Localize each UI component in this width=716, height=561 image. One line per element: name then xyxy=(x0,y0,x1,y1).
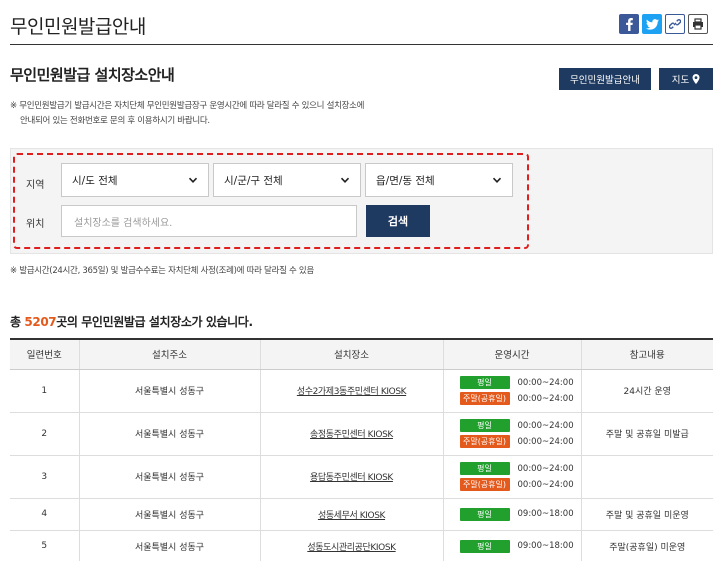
sigungu-select-value: 시/군/구 전체 xyxy=(224,174,283,187)
chevron-down-icon xyxy=(188,177,198,183)
table-row: 3 서울특별시 성동구 용답동주민센터 KIOSK 평일 00:00~24:00 … xyxy=(10,455,713,499)
weekday-hours: 09:00~18:00 xyxy=(517,509,574,519)
summary-suffix: 곳의 무인민원발급 설치장소가 있습니다. xyxy=(56,315,253,329)
header-address: 설치주소 xyxy=(78,338,260,370)
row-address: 서울특별시 성동구 xyxy=(78,455,260,499)
search-button[interactable]: 검색 xyxy=(366,205,430,237)
notice-text: ※ 무인민원발급기 발급시간은 자치단체 무인민원발급장구 운영시간에 따라 달… xyxy=(10,99,365,129)
table-row: 5 서울특별시 성동구 성동도시관리공단KIOSK 평일 09:00~18:00 … xyxy=(10,530,713,561)
row-address: 서울특별시 성동구 xyxy=(78,530,260,561)
weekday-badge: 평일 xyxy=(459,462,510,475)
row-no: 5 xyxy=(10,530,79,561)
place-link[interactable]: 용답동주민센터 KIOSK xyxy=(310,473,393,483)
region-label: 지역 xyxy=(26,180,45,191)
weekday-badge: 평일 xyxy=(459,507,510,521)
weekday-hours: 00:00~24:00 xyxy=(517,420,574,431)
place-link[interactable]: 성동도시관리공단KIOSK xyxy=(307,543,396,553)
row-no: 2 xyxy=(10,412,79,456)
notice-line-1: ※ 무인민원발급기 발급시간은 자치단체 무인민원발급장구 운영시간에 따라 달… xyxy=(10,101,365,111)
header-place: 설치장소 xyxy=(259,338,443,370)
hours-cell: 평일 09:00~18:00 xyxy=(444,507,581,521)
print-icon[interactable] xyxy=(688,14,708,34)
map-button-label: 지도 xyxy=(671,75,690,86)
row-note: 24시간 운영 xyxy=(580,369,713,413)
location-label: 위치 xyxy=(26,219,45,230)
location-pin-icon xyxy=(692,74,700,84)
section-title: 무인민원발급 설치장소안내 xyxy=(10,66,175,84)
summary-prefix: 총 xyxy=(10,315,25,329)
header-note: 참고내용 xyxy=(580,338,713,370)
place-link[interactable]: 성수2가제3동주민센터 KIOSK xyxy=(297,387,407,397)
location-search-input[interactable]: 설치장소를 검색하세요. xyxy=(61,205,357,237)
weekend-hours: 00:00~24:00 xyxy=(517,479,574,490)
weekday-hours: 00:00~24:00 xyxy=(517,463,574,474)
weekday-badge: 평일 xyxy=(459,539,510,553)
header-no: 일련번호 xyxy=(10,338,79,370)
result-summary: 총 5207곳의 무인민원발급 설치장소가 있습니다. xyxy=(10,313,253,330)
place-link[interactable]: 송정동주민센터 KIOSK xyxy=(310,430,393,440)
weekday-hours: 09:00~18:00 xyxy=(517,541,574,551)
kiosk-table: 일련번호 설치주소 설치장소 운영시간 참고내용 1 서울특별시 성동구 성수2… xyxy=(10,338,713,561)
weekend-hours: 00:00~24:00 xyxy=(517,393,574,404)
weekend-badge: 주말(공휴일) xyxy=(459,392,510,405)
header-hours: 운영시간 xyxy=(442,338,581,370)
row-no: 1 xyxy=(10,369,79,413)
weekend-badge: 주말(공휴일) xyxy=(459,478,510,491)
link-icon[interactable] xyxy=(665,14,685,34)
footnote: ※ 발급시간(24시간, 365일) 및 발급수수료는 자치단체 사정(조례)에… xyxy=(10,266,314,276)
result-count: 5207 xyxy=(24,315,57,329)
sigungu-select[interactable]: 시/군/구 전체 xyxy=(213,163,361,197)
hours-cell: 평일 00:00~24:00 주말(공휴일) 00:00~24:00 xyxy=(444,419,581,448)
table-row: 2 서울특별시 성동구 송정동주민센터 KIOSK 평일 00:00~24:00 … xyxy=(10,412,713,456)
weekend-hours: 00:00~24:00 xyxy=(517,436,574,447)
row-note: 주말 및 공휴일 미운영 xyxy=(580,498,713,531)
info-button[interactable]: 무인민원발급안내 xyxy=(559,68,651,90)
sido-select-value: 시/도 전체 xyxy=(72,174,118,187)
hours-cell: 평일 00:00~24:00 주말(공휴일) 00:00~24:00 xyxy=(444,376,581,405)
hours-cell: 평일 09:00~18:00 xyxy=(444,539,581,553)
facebook-icon[interactable] xyxy=(619,14,639,34)
row-no: 4 xyxy=(10,498,79,531)
sido-select[interactable]: 시/도 전체 xyxy=(61,163,209,197)
row-note: 주말 및 공휴일 미발급 xyxy=(580,412,713,456)
place-link[interactable]: 성동세무서 KIOSK xyxy=(318,511,386,521)
row-address: 서울특별시 성동구 xyxy=(78,498,260,531)
table-row: 1 서울특별시 성동구 성수2가제3동주민센터 KIOSK 평일 00:00~24… xyxy=(10,369,713,413)
chevron-down-icon xyxy=(492,177,502,183)
row-note: 주말(공휴일) 미운영 xyxy=(580,530,713,561)
eupmyeondong-select-value: 읍/면/동 전체 xyxy=(376,174,435,187)
page-title: 무인민원발급안내 xyxy=(10,16,146,38)
row-address: 서울특별시 성동구 xyxy=(78,369,260,413)
share-toolbar xyxy=(619,14,708,34)
table-header-row: 일련번호 설치주소 설치장소 운영시간 참고내용 xyxy=(10,338,713,370)
row-no: 3 xyxy=(10,455,79,499)
map-button[interactable]: 지도 xyxy=(659,68,713,90)
row-address: 서울특별시 성동구 xyxy=(78,412,260,456)
hours-cell: 평일 00:00~24:00 주말(공휴일) 00:00~24:00 xyxy=(444,462,581,491)
weekend-badge: 주말(공휴일) xyxy=(459,435,510,448)
row-note xyxy=(580,455,713,499)
table-row: 4 서울특별시 성동구 성동세무서 KIOSK 평일 09:00~18:00 주말… xyxy=(10,498,713,531)
twitter-icon[interactable] xyxy=(642,14,662,34)
weekday-hours: 00:00~24:00 xyxy=(517,377,574,388)
chevron-down-icon xyxy=(340,177,350,183)
eupmyeondong-select[interactable]: 읍/면/동 전체 xyxy=(365,163,513,197)
weekday-badge: 평일 xyxy=(459,376,510,389)
notice-line-2: 안내되어 있는 전화번호로 문의 후 이용하시기 바랍니다. xyxy=(20,116,210,126)
weekday-badge: 평일 xyxy=(459,419,510,432)
title-divider xyxy=(10,44,713,45)
